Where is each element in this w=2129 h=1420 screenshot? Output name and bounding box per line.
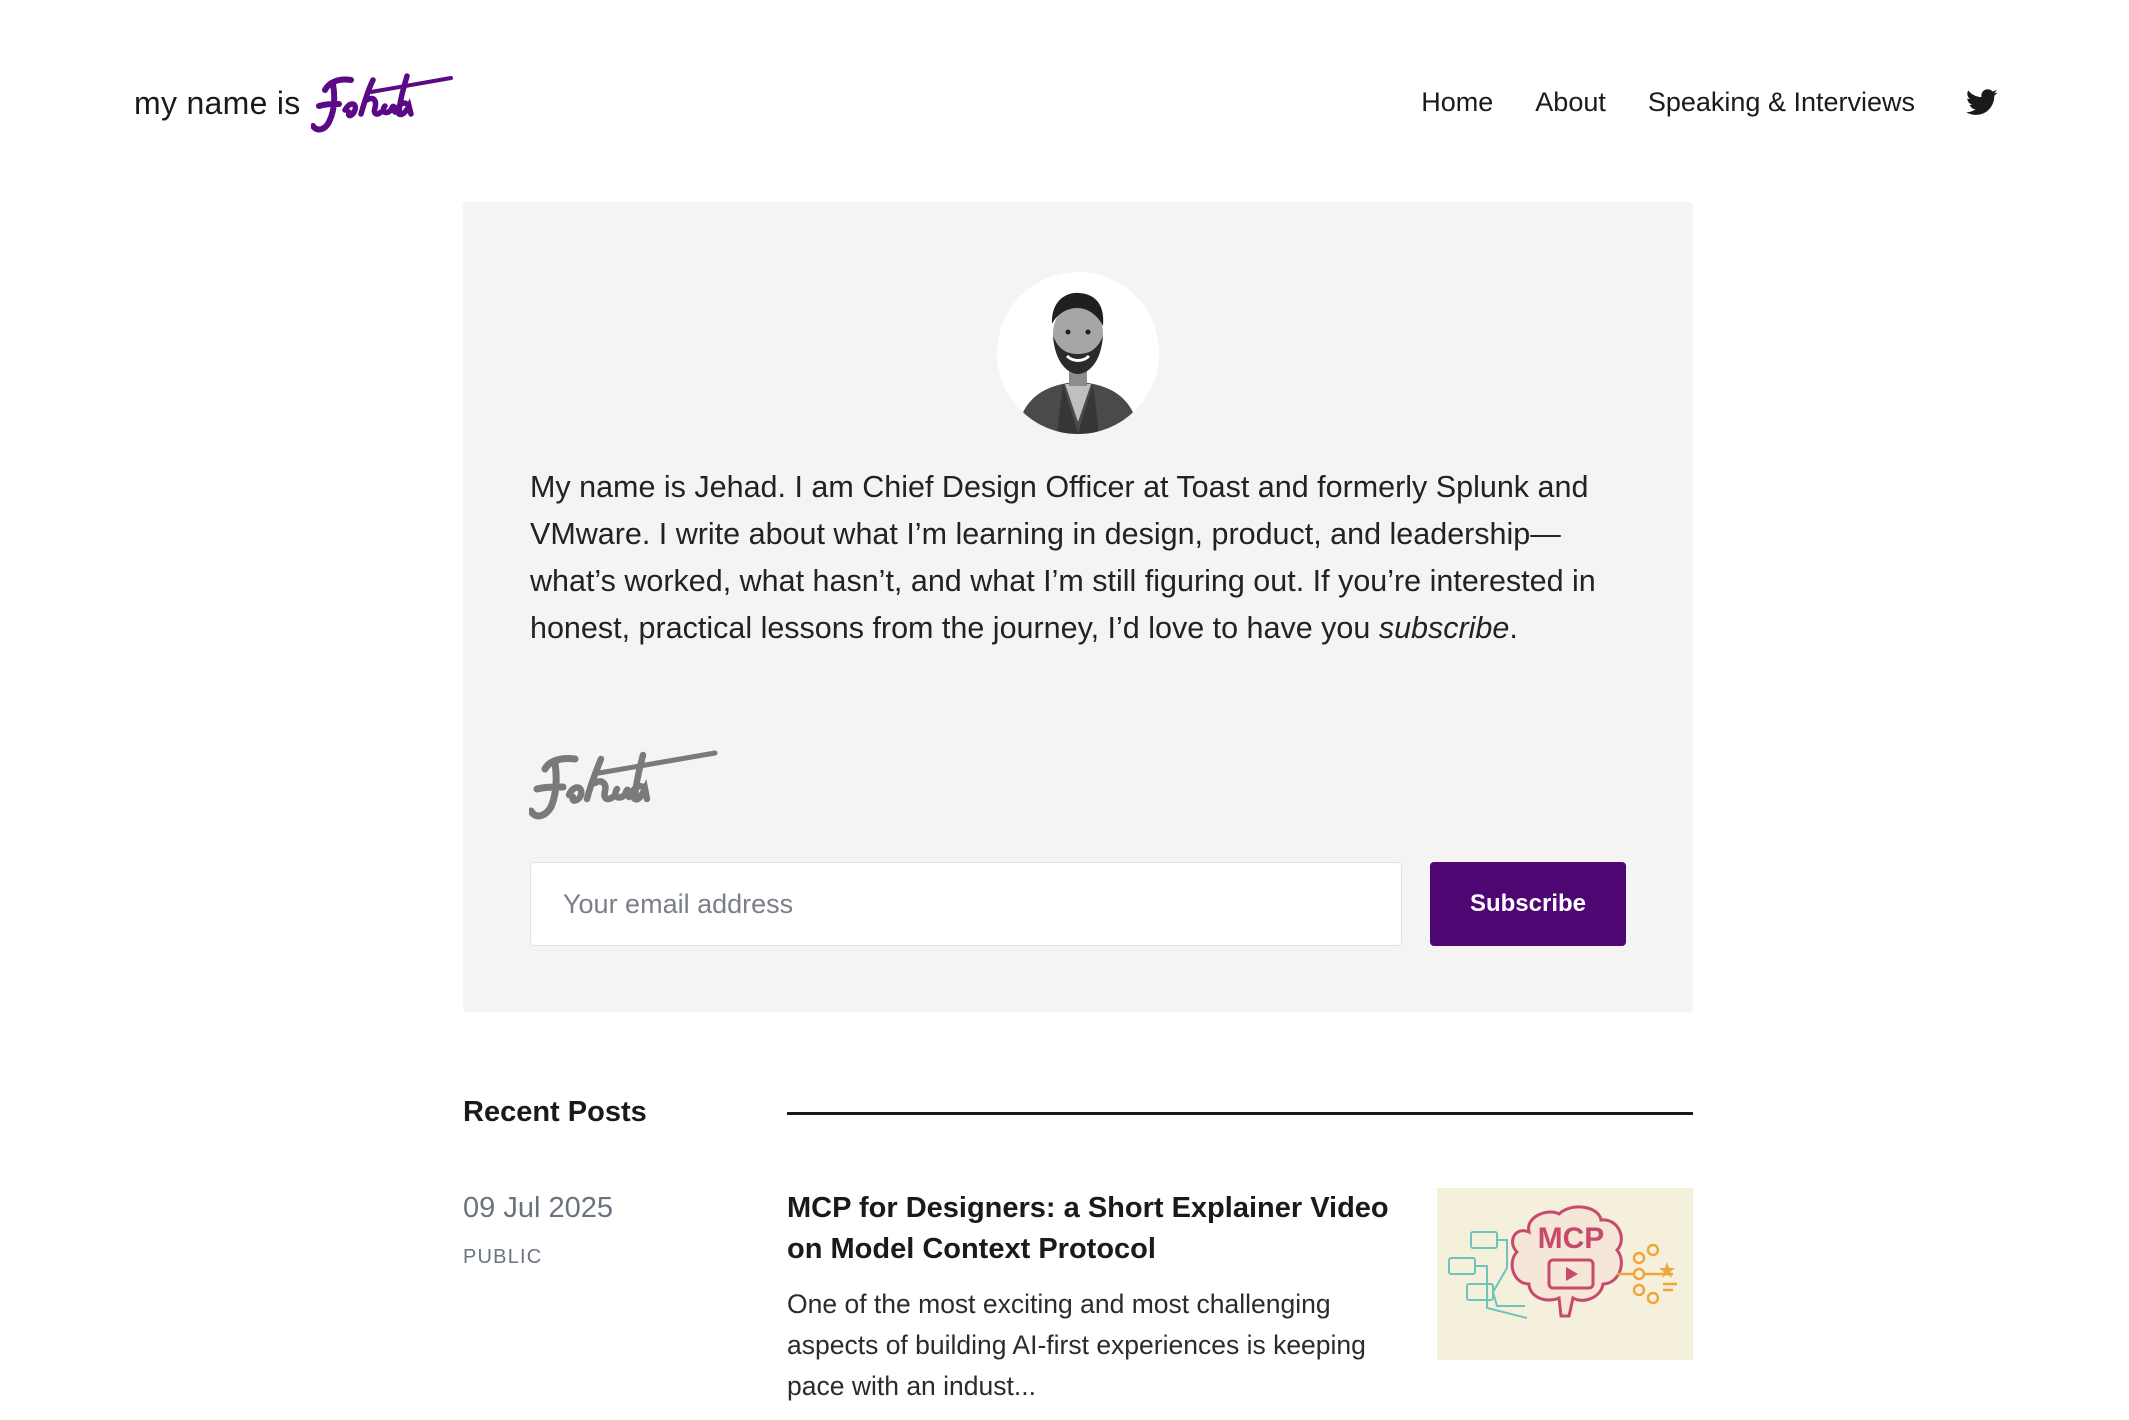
site-header: my name is Home About Speaking & Intervi… bbox=[0, 0, 2129, 200]
bio-end: . bbox=[1509, 611, 1518, 645]
intro-card: My name is Jehad. I am Chief Design Offi… bbox=[463, 202, 1693, 1012]
subscribe-button[interactable]: Subscribe bbox=[1430, 862, 1626, 946]
signature-image bbox=[529, 750, 718, 820]
post-title-link[interactable]: MCP for Designers: a Short Explainer Vid… bbox=[787, 1188, 1407, 1270]
bio-emphasis: subscribe bbox=[1378, 611, 1510, 645]
bio-text: My name is Jehad. I am Chief Design Offi… bbox=[530, 464, 1630, 652]
post-thumbnail[interactable]: MCP bbox=[1437, 1188, 1693, 1360]
nav-speaking-interviews[interactable]: Speaking & Interviews bbox=[1648, 87, 1915, 118]
site-logo[interactable]: my name is bbox=[134, 68, 471, 138]
post-item: 09 Jul 2025 PUBLIC MCP for Designers: a … bbox=[463, 1188, 1693, 1420]
recent-posts-heading: Recent Posts bbox=[463, 1096, 647, 1128]
logo-signature bbox=[310, 73, 453, 133]
main-nav: Home About Speaking & Interviews bbox=[1421, 82, 1999, 122]
subscribe-form: Subscribe bbox=[530, 862, 1626, 946]
email-field[interactable] bbox=[530, 862, 1402, 946]
post-visibility: PUBLIC bbox=[463, 1246, 543, 1268]
section-divider bbox=[787, 1112, 1693, 1115]
logo-prefix: my name is bbox=[134, 84, 301, 121]
post-date: 09 Jul 2025 bbox=[463, 1192, 613, 1224]
nav-home[interactable]: Home bbox=[1421, 87, 1493, 118]
avatar bbox=[997, 272, 1159, 434]
twitter-icon[interactable] bbox=[1965, 87, 1999, 117]
nav-about[interactable]: About bbox=[1535, 87, 1606, 118]
thumb-mcp-label: MCP bbox=[1538, 1222, 1605, 1255]
post-excerpt: One of the most exciting and most challe… bbox=[787, 1289, 1366, 1401]
